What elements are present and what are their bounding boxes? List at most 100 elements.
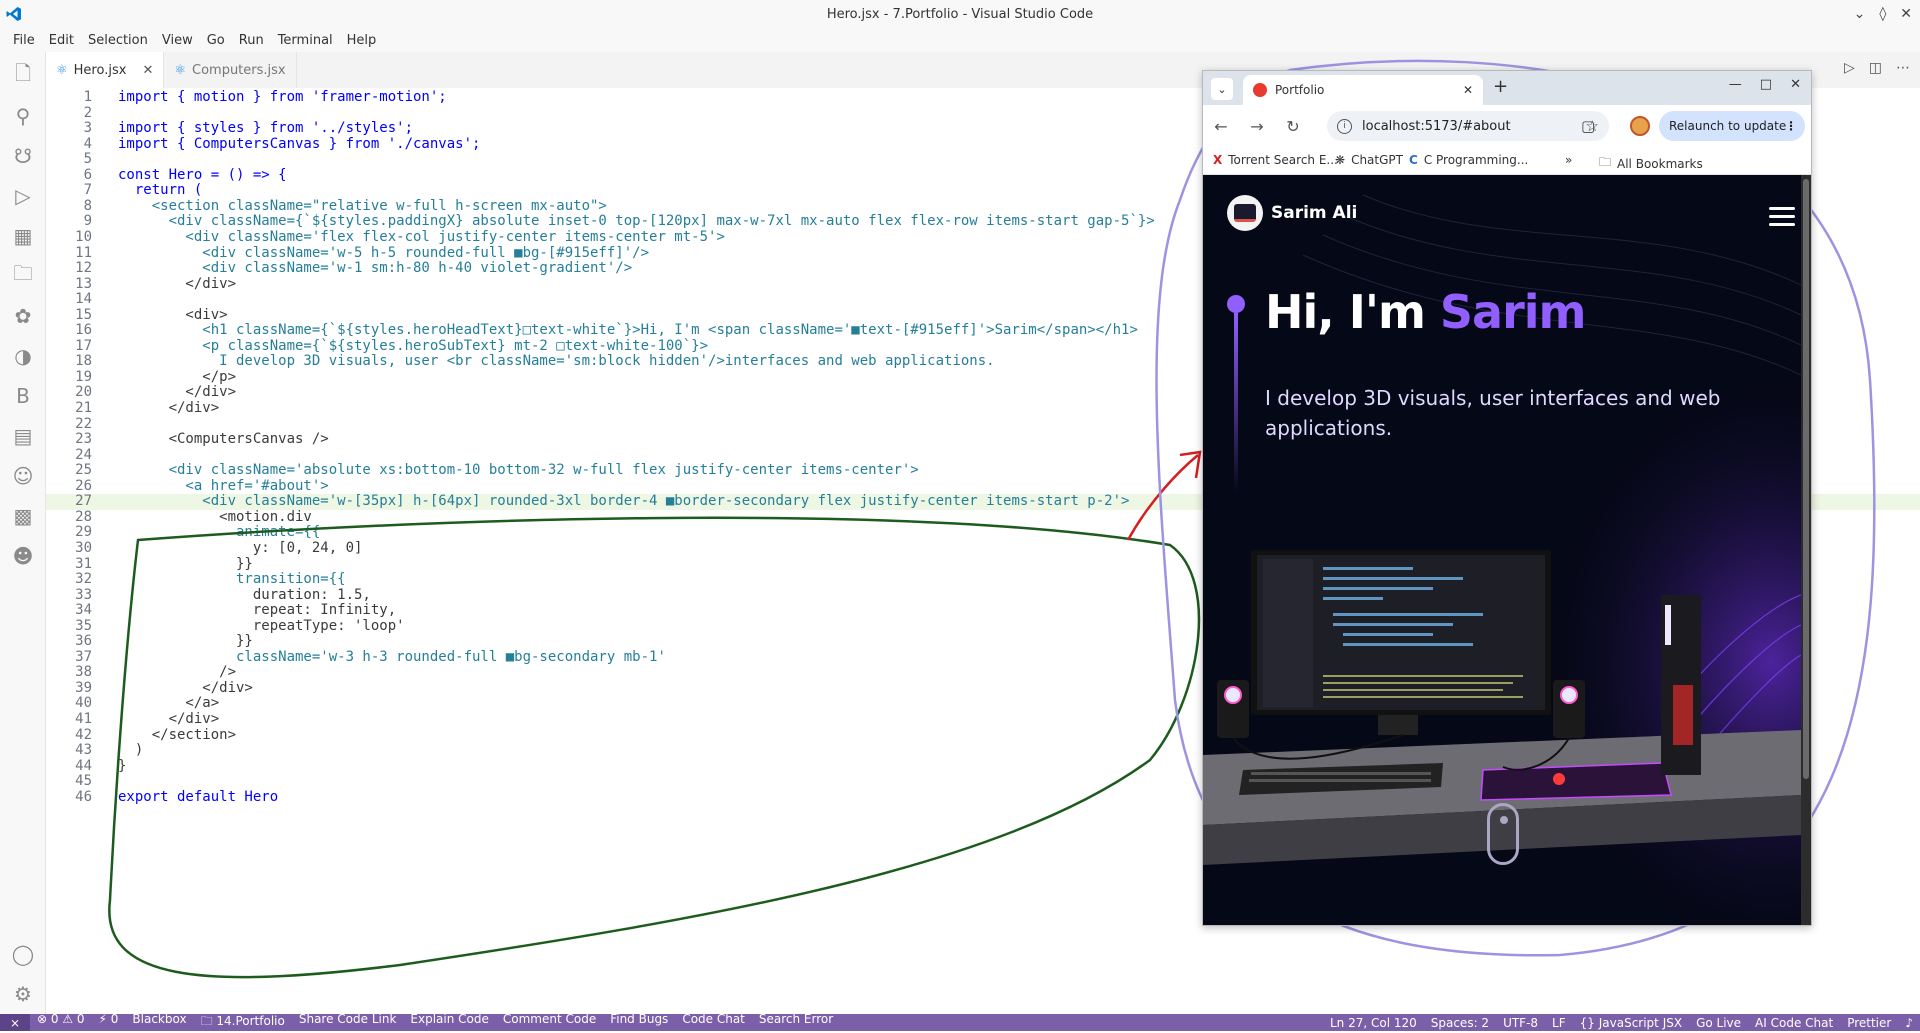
bookmark-label: All Bookmarks xyxy=(1617,156,1703,171)
env-icon[interactable]: ▩ xyxy=(0,496,46,536)
code-text: export default Hero xyxy=(118,788,279,805)
tab-computers-jsx[interactable]: ⚛ Computers.jsx xyxy=(164,52,297,88)
close-window-icon[interactable]: ✕ xyxy=(1900,6,1912,22)
notifications-bell-icon[interactable]: ♪ xyxy=(1898,1016,1920,1030)
code-text: </section> xyxy=(118,726,237,743)
site-info-icon[interactable]: i xyxy=(1337,118,1352,134)
tab-label: Hero.jsx xyxy=(73,62,127,78)
search-icon[interactable]: ⚲ xyxy=(0,96,46,136)
bootstrap-icon[interactable]: B xyxy=(0,376,46,416)
run-debug-icon[interactable]: ▷ xyxy=(0,176,46,216)
menu-terminal[interactable]: Terminal xyxy=(271,33,340,48)
line-number: 31 xyxy=(75,555,92,572)
split-editor-icon[interactable]: ◫ xyxy=(1869,60,1882,76)
status-bar: ⨯ ⊗ 0 ⚠ 0 ⚡ 0 Blackbox 🗀 14.Portfolio Share … xyxy=(0,1012,1920,1033)
status-item[interactable]: Share Code Link xyxy=(292,1012,404,1033)
line-number: 30 xyxy=(75,539,92,556)
bookmark-chatgpt[interactable]: ❋ ChatGPT xyxy=(1335,153,1403,167)
page-viewport[interactable]: Sarim Ali Hi, I'm Sarim I develop 3D vis… xyxy=(1203,175,1811,925)
menu-view[interactable]: View xyxy=(155,33,200,48)
reload-icon[interactable]: ↻ xyxy=(1275,117,1311,136)
menu-bar: File Edit Selection View Go Run Terminal… xyxy=(0,28,1920,52)
explorer-icon[interactable]: 🗋 xyxy=(0,56,46,96)
line-number: 13 xyxy=(75,275,92,292)
back-arrow-icon[interactable]: ← xyxy=(1203,117,1239,136)
menu-edit[interactable]: Edit xyxy=(42,33,81,48)
tab-hero-jsx[interactable]: ⚛ Hero.jsx ✕ xyxy=(46,52,165,88)
status-item[interactable]: ⚡ 0 xyxy=(92,1012,126,1033)
code-text: const Hero = () => { xyxy=(118,166,287,183)
leaf-icon[interactable]: ✿ xyxy=(0,296,46,336)
status-item[interactable]: Spaces: 2 xyxy=(1424,1016,1496,1030)
hero-subtitle: I develop 3D visuals, user interfaces an… xyxy=(1265,386,1721,440)
menu-go[interactable]: Go xyxy=(200,33,232,48)
run-file-icon[interactable]: ▷ xyxy=(1844,60,1855,76)
bot-icon[interactable]: ☺ xyxy=(0,456,46,496)
status-item[interactable]: UTF-8 xyxy=(1496,1016,1545,1030)
browser-menu-icon[interactable]: ⋮ xyxy=(1785,119,1797,133)
browser-window-controls: — □ ✕ xyxy=(1729,77,1801,92)
site-name[interactable]: Sarim Ali xyxy=(1271,203,1357,223)
bookmark-c-programming[interactable]: C C Programming... xyxy=(1409,153,1528,167)
compass-icon[interactable]: ◑ xyxy=(0,336,46,376)
status-item[interactable]: Search Error xyxy=(752,1012,840,1033)
bookmark-torrent[interactable]: X Torrent Search E... xyxy=(1213,153,1338,167)
source-control-icon[interactable]: ☋ xyxy=(0,136,46,176)
status-item[interactable]: {} JavaScript JSX xyxy=(1573,1016,1689,1030)
more-actions-icon[interactable]: ⋯ xyxy=(1896,60,1910,76)
status-item[interactable]: Find Bugs xyxy=(603,1012,675,1033)
close-tab-icon[interactable]: ✕ xyxy=(142,63,153,78)
status-item[interactable]: Go Live xyxy=(1689,1016,1748,1030)
all-bookmarks[interactable]: 🗀 All Bookmarks xyxy=(1599,153,1703,174)
close-browser-tab-icon[interactable]: ✕ xyxy=(1463,83,1473,97)
status-item[interactable]: Code Chat xyxy=(675,1012,752,1033)
scrollbar-thumb[interactable] xyxy=(1803,179,1809,779)
browser-close-icon[interactable]: ✕ xyxy=(1790,77,1801,92)
line-number: 1 xyxy=(83,89,92,105)
address-bar[interactable]: i localhost:5173/#about ☆ xyxy=(1327,111,1609,141)
browser-tab-portfolio[interactable]: Portfolio ✕ xyxy=(1243,75,1483,105)
status-item[interactable]: Explain Code xyxy=(403,1012,495,1033)
code-text: <div className='w-5 h-5 rounded-full ■bg… xyxy=(118,244,650,261)
line-number: 28 xyxy=(75,508,92,525)
account-icon[interactable]: ◯ xyxy=(0,934,46,974)
page-scrollbar[interactable] xyxy=(1801,175,1811,925)
menu-run[interactable]: Run xyxy=(232,33,271,48)
status-item[interactable]: Ln 27, Col 120 xyxy=(1323,1016,1424,1030)
extensions-icon[interactable]: ▦ xyxy=(0,216,46,256)
line-number: 33 xyxy=(75,586,92,603)
editor-actions: ▷ ◫ ⋯ xyxy=(1844,60,1910,76)
tab-search-dropdown-icon[interactable]: ⌄ xyxy=(1211,78,1233,100)
status-item[interactable]: 🗀 14.Portfolio xyxy=(194,1012,292,1033)
hero-heading: Hi, I'm Sarim xyxy=(1265,285,1586,339)
menu-selection[interactable]: Selection xyxy=(81,33,155,48)
code-chat-icon[interactable]: ▤ xyxy=(0,416,46,456)
forward-arrow-icon[interactable]: → xyxy=(1239,117,1275,136)
status-item[interactable]: LF xyxy=(1545,1016,1573,1030)
status-item[interactable]: Comment Code xyxy=(496,1012,603,1033)
code-text: <h1 className={`${styles.heroHeadText}□t… xyxy=(118,322,1138,339)
settings-gear-icon[interactable]: ⚙ xyxy=(0,974,46,1014)
status-item[interactable]: Prettier xyxy=(1840,1016,1898,1030)
hamburger-menu-icon[interactable] xyxy=(1769,207,1795,231)
folder-icon[interactable]: 🗀 xyxy=(0,256,46,296)
code-text: <p className={`${styles.heroSubText} mt-… xyxy=(118,337,709,354)
status-item[interactable]: Blackbox xyxy=(125,1012,193,1033)
profile-avatar[interactable] xyxy=(1630,116,1650,136)
status-item[interactable]: ⊗ 0 ⚠ 0 xyxy=(30,1012,92,1033)
bookmarks-overflow[interactable]: » xyxy=(1565,153,1572,167)
browser-maximize-icon[interactable]: □ xyxy=(1760,77,1772,92)
extensions-puzzle-icon[interactable]: ▢ xyxy=(1581,117,1595,135)
menu-file[interactable]: File xyxy=(6,33,42,48)
relaunch-button[interactable]: Relaunch to update ⋮ xyxy=(1659,111,1805,141)
remote-indicator-icon[interactable]: ⨯ xyxy=(0,1014,30,1031)
minimize-icon[interactable]: ⌄ xyxy=(1854,6,1866,22)
copilot-icon[interactable]: ☻ xyxy=(0,536,46,576)
site-logo[interactable] xyxy=(1227,195,1263,231)
scroll-indicator[interactable] xyxy=(1487,803,1519,865)
browser-minimize-icon[interactable]: — xyxy=(1729,77,1742,92)
restore-icon[interactable]: ◊ xyxy=(1879,6,1886,22)
menu-help[interactable]: Help xyxy=(340,33,384,48)
new-tab-icon[interactable]: + xyxy=(1493,76,1508,97)
status-item[interactable]: AI Code Chat xyxy=(1748,1016,1840,1030)
